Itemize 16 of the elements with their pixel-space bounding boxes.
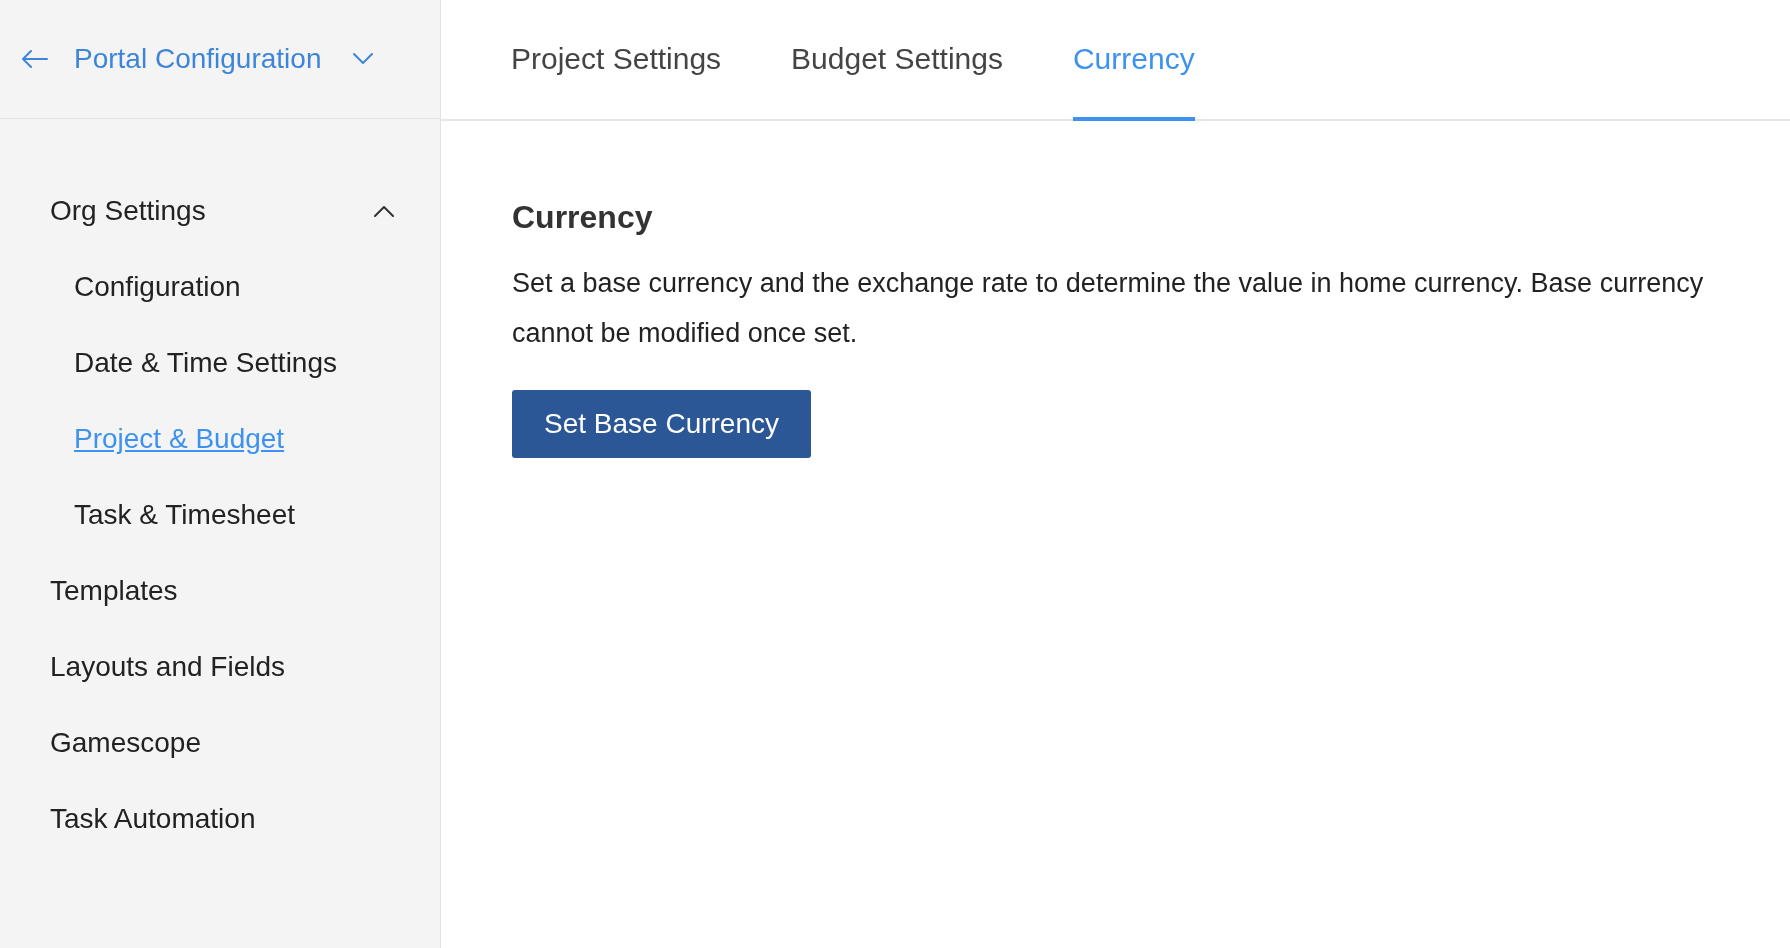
section-heading: Currency	[512, 199, 654, 236]
tab[interactable]: Budget Settings	[791, 0, 1003, 121]
sidebar-item[interactable]: Templates	[50, 575, 178, 607]
sidebar-item[interactable]: Org Settings	[50, 195, 206, 227]
sidebar-subitem[interactable]: Task & Timesheet	[74, 499, 295, 531]
tab[interactable]: Project Settings	[511, 0, 722, 121]
chevron-up-icon[interactable]	[374, 205, 394, 217]
back-arrow-icon[interactable]	[22, 49, 48, 69]
sidebar-item[interactable]: Gamescope	[50, 727, 201, 759]
sidebar-item[interactable]: Task Automation	[50, 803, 256, 835]
chevron-down-icon[interactable]	[353, 53, 374, 65]
sidebar-subitem[interactable]: Configuration	[74, 271, 241, 303]
set-base-currency-button[interactable]: Set Base Currency	[512, 390, 811, 458]
sidebar-subitem[interactable]: Date & Time Settings	[74, 347, 337, 379]
sidebar-item[interactable]: Layouts and Fields	[50, 651, 286, 683]
description-text: Set a base currency and the exchange rate to determine the value in home currency. Base currency cannot be modified once set.	[512, 267, 1705, 350]
